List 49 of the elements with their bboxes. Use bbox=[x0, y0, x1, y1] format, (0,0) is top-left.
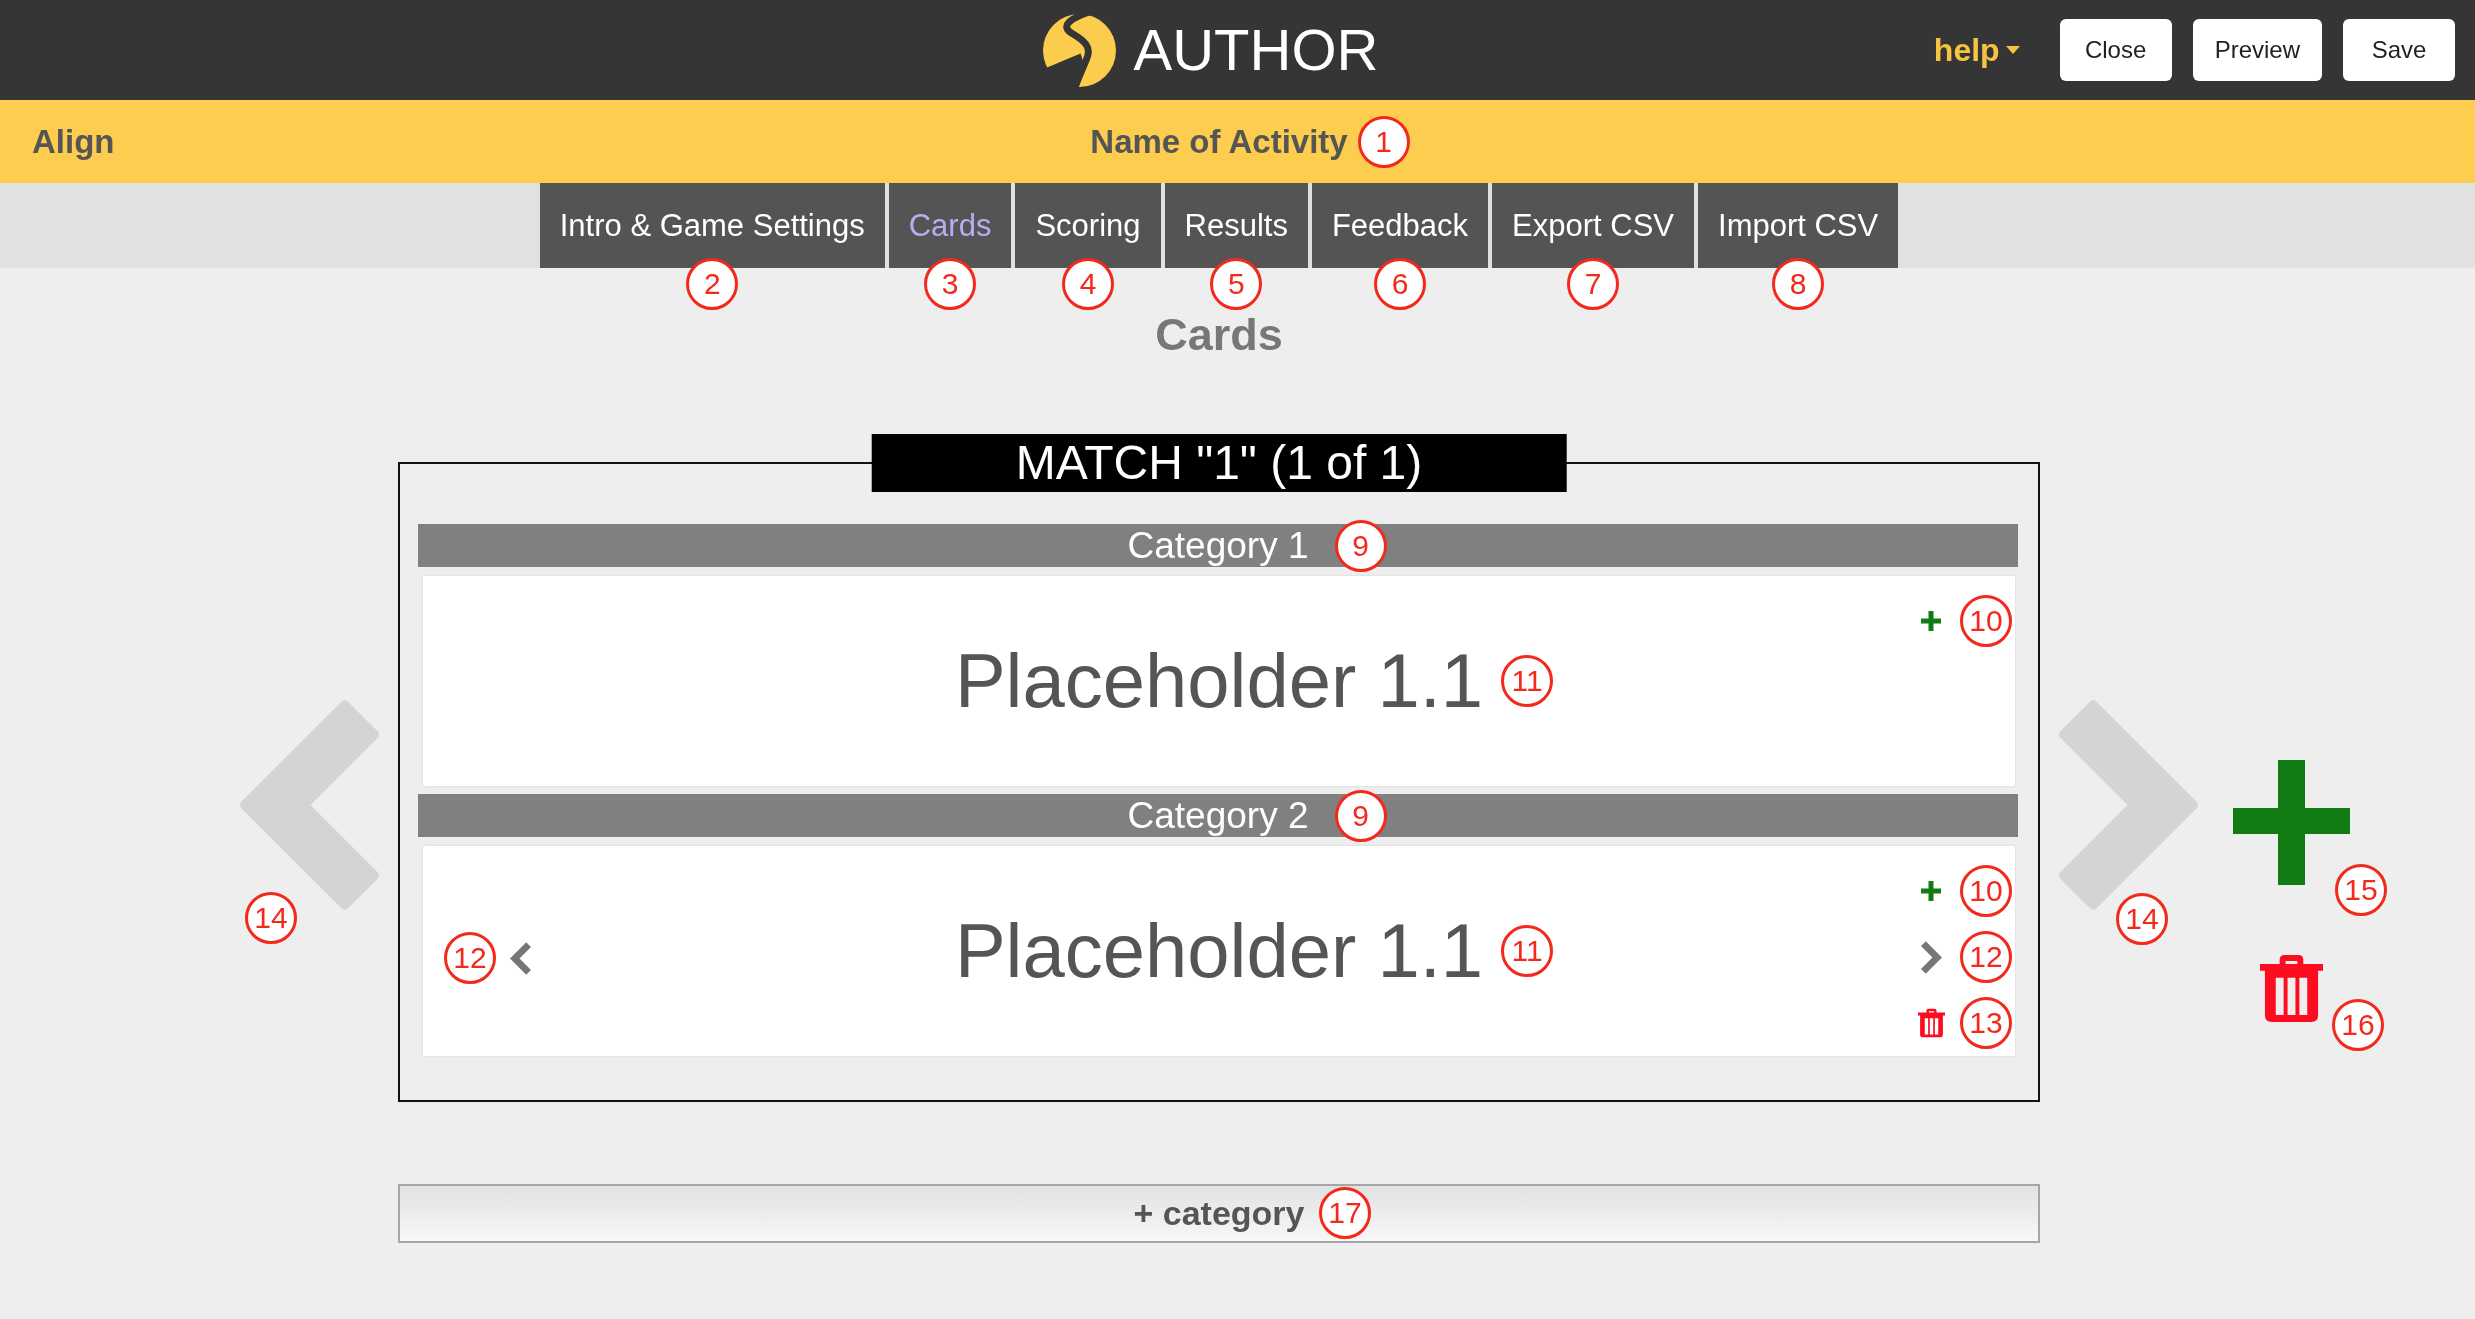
annotation-marker: 14 bbox=[2116, 893, 2168, 945]
category-name: Category 1 bbox=[1127, 524, 1309, 567]
chevron-left-icon[interactable] bbox=[510, 941, 531, 975]
tab[interactable]: Feedback bbox=[1311, 183, 1489, 268]
annotation-marker: 7 bbox=[1567, 258, 1620, 310]
tab[interactable]: Results bbox=[1164, 183, 1308, 268]
annotation-marker: 2 bbox=[686, 258, 739, 310]
tab[interactable]: Export CSV bbox=[1492, 183, 1694, 268]
plus-icon[interactable] bbox=[1921, 881, 1941, 901]
annotation-marker: 10 bbox=[1960, 595, 2012, 647]
annotation-marker: 12 bbox=[444, 932, 496, 984]
annotation-marker: 12 bbox=[1960, 931, 2012, 983]
trash-icon[interactable] bbox=[1917, 1008, 1945, 1038]
annotation-marker: 16 bbox=[2332, 999, 2384, 1051]
app-name: Align bbox=[31, 122, 115, 161]
annotation-marker: 4 bbox=[1062, 258, 1114, 310]
tab[interactable]: Import CSV bbox=[1698, 183, 1899, 268]
tab[interactable]: Scoring bbox=[1015, 183, 1161, 268]
annotation-marker: 1 bbox=[1357, 115, 1410, 168]
activity-title: Name of Activity bbox=[1090, 122, 1348, 161]
tab[interactable]: Cards bbox=[888, 183, 1012, 268]
annotation-marker: 6 bbox=[1374, 258, 1426, 310]
annotation-marker: 11 bbox=[1501, 655, 1554, 707]
annotation-marker: 13 bbox=[1960, 997, 2012, 1049]
annotation-marker: 11 bbox=[1501, 925, 1554, 977]
annotation-marker: 3 bbox=[924, 258, 977, 310]
card-text: Placeholder 1.1 bbox=[954, 913, 1484, 989]
logo-icon bbox=[1042, 13, 1116, 87]
annotation-marker: 5 bbox=[1210, 258, 1263, 310]
plus-icon[interactable] bbox=[1921, 611, 1941, 631]
logo-text: AUTHOR bbox=[1133, 21, 1379, 79]
page-title: Cards bbox=[1155, 311, 1283, 359]
annotation-marker: 9 bbox=[1334, 519, 1387, 572]
header-button[interactable]: Close bbox=[2059, 19, 2172, 81]
annotation-marker: 9 bbox=[1334, 789, 1387, 842]
caret-down-icon bbox=[2005, 46, 2020, 54]
annotation-marker: 8 bbox=[1772, 258, 1825, 310]
category-name: Category 2 bbox=[1127, 794, 1309, 837]
annotation-marker: 14 bbox=[245, 892, 297, 944]
help-menu-button[interactable]: help bbox=[1933, 31, 2020, 69]
tab[interactable]: Intro & Game Settings bbox=[539, 183, 885, 268]
card-text: Placeholder 1.1 bbox=[954, 643, 1484, 719]
match-title: MATCH "1" (1 of 1) bbox=[871, 434, 1567, 492]
trash-icon[interactable] bbox=[2260, 954, 2323, 1023]
annotation-marker: 15 bbox=[2335, 864, 2387, 916]
chevron-right-icon[interactable] bbox=[1920, 940, 1942, 974]
header-button[interactable]: Save bbox=[2343, 19, 2455, 81]
header-button[interactable]: Preview bbox=[2192, 19, 2322, 81]
annotation-marker: 10 bbox=[1960, 865, 2012, 917]
